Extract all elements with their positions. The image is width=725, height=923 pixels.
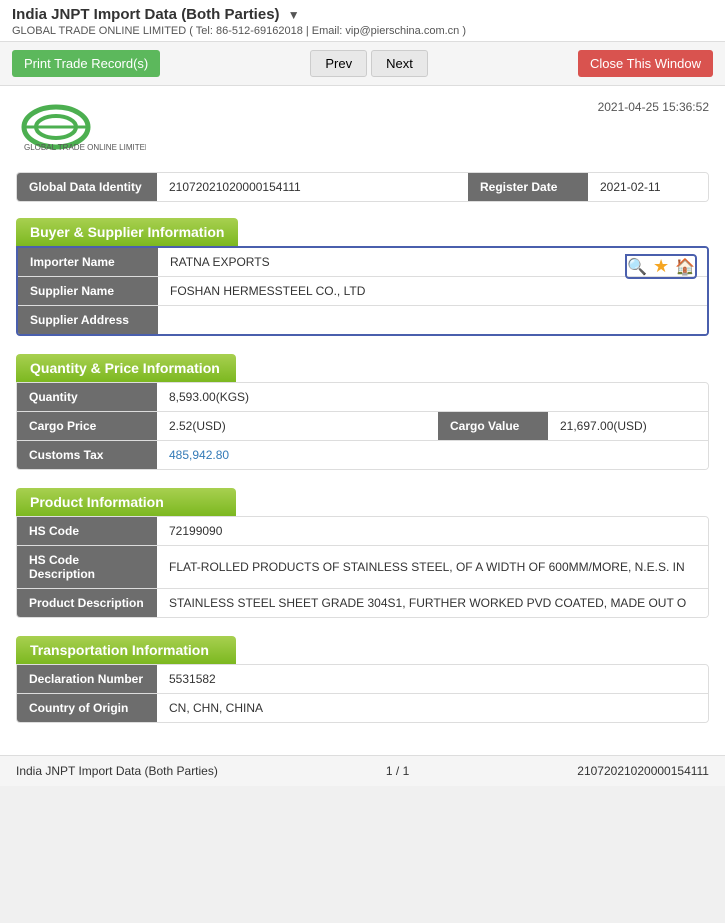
hs-code-desc-label: HS Code Description [17,546,157,588]
cargo-value-label: Cargo Value [438,412,548,440]
toolbar: Print Trade Record(s) Prev Next Close Th… [0,42,725,86]
transportation-body: Declaration Number 5531582 Country of Or… [16,664,709,723]
cargo-price-row: Cargo Price 2.52(USD) Cargo Value 21,697… [17,412,708,441]
supplier-name-label: Supplier Name [18,277,158,305]
close-button[interactable]: Close This Window [578,50,713,77]
buyer-supplier-body: 🔍 ★ 🏠 Importer Name RATNA EXPORTS Suppli… [16,246,709,336]
supplier-address-value [158,306,707,334]
timestamp: 2021-04-25 15:36:52 [598,100,709,114]
next-button[interactable]: Next [371,50,428,77]
footer-pagination: 1 / 1 [386,764,409,778]
customs-tax-value[interactable]: 485,942.80 [157,441,708,469]
product-desc-row: Product Description STAINLESS STEEL SHEE… [17,589,708,617]
product-section: Product Information HS Code 72199090 HS … [16,488,709,618]
global-data-identity-label: Global Data Identity [17,173,157,201]
supplier-address-row: Supplier Address [18,306,707,334]
quantity-price-section-header: Quantity & Price Information [16,354,236,382]
logo-area: GLOBAL TRADE ONLINE LIMITED [16,100,146,158]
page-title: India JNPT Import Data (Both Parties) ▼ [12,6,713,23]
subtitle: GLOBAL TRADE ONLINE LIMITED ( Tel: 86-51… [12,25,713,37]
customs-tax-label: Customs Tax [17,441,157,469]
quantity-label: Quantity [17,383,157,411]
declaration-number-row: Declaration Number 5531582 [17,665,708,694]
buyer-supplier-section-header: Buyer & Supplier Information [16,218,238,246]
icons-area: 🔍 ★ 🏠 [625,254,697,279]
svg-text:GLOBAL TRADE ONLINE LIMITED: GLOBAL TRADE ONLINE LIMITED [24,143,146,152]
quantity-price-section: Quantity & Price Information Quantity 8,… [16,354,709,470]
hs-code-desc-value: FLAT-ROLLED PRODUCTS OF STAINLESS STEEL,… [157,546,708,588]
main-content: GLOBAL TRADE ONLINE LIMITED 2021-04-25 1… [0,86,725,755]
declaration-number-label: Declaration Number [17,665,157,693]
quantity-price-body: Quantity 8,593.00(KGS) Cargo Price 2.52(… [16,382,709,470]
importer-name-row: Importer Name RATNA EXPORTS [18,248,707,277]
register-date-label: Register Date [468,173,588,201]
product-body: HS Code 72199090 HS Code Description FLA… [16,516,709,618]
supplier-address-label: Supplier Address [18,306,158,334]
transportation-section: Transportation Information Declaration N… [16,636,709,723]
home-icon[interactable]: 🏠 [675,257,695,277]
footer-bar: India JNPT Import Data (Both Parties) 1 … [0,755,725,786]
supplier-name-value: FOSHAN HERMESSTEEL CO., LTD [158,277,707,305]
country-of-origin-value: CN, CHN, CHINA [157,694,708,722]
hs-code-desc-row: HS Code Description FLAT-ROLLED PRODUCTS… [17,546,708,589]
record-header: GLOBAL TRADE ONLINE LIMITED 2021-04-25 1… [16,100,709,158]
country-of-origin-row: Country of Origin CN, CHN, CHINA [17,694,708,722]
hs-code-value: 72199090 [157,517,708,545]
cargo-price-label: Cargo Price [17,412,157,440]
product-section-header: Product Information [16,488,236,516]
dropdown-arrow-icon[interactable]: ▼ [288,8,300,22]
customs-tax-row: Customs Tax 485,942.80 [17,441,708,469]
top-bar: India JNPT Import Data (Both Parties) ▼ … [0,0,725,42]
quantity-value: 8,593.00(KGS) [157,383,708,411]
importer-name-label: Importer Name [18,248,158,276]
quantity-row: Quantity 8,593.00(KGS) [17,383,708,412]
country-of-origin-label: Country of Origin [17,694,157,722]
footer-page-info: India JNPT Import Data (Both Parties) [16,764,218,778]
global-data-identity-value: 21072021020000154111 [157,173,468,201]
hs-code-label: HS Code [17,517,157,545]
product-desc-value: STAINLESS STEEL SHEET GRADE 304S1, FURTH… [157,589,708,617]
supplier-name-row: Supplier Name FOSHAN HERMESSTEEL CO., LT… [18,277,707,306]
cargo-price-value: 2.52(USD) [157,412,438,440]
print-button[interactable]: Print Trade Record(s) [12,50,160,77]
prev-button[interactable]: Prev [310,50,367,77]
cargo-value-value: 21,697.00(USD) [548,412,708,440]
product-desc-label: Product Description [17,589,157,617]
declaration-number-value: 5531582 [157,665,708,693]
footer-record-id: 21072021020000154111 [577,764,709,778]
buyer-supplier-section: Buyer & Supplier Information 🔍 ★ 🏠 Impor… [16,218,709,336]
register-date-value: 2021-02-11 [588,173,708,201]
nav-buttons: Prev Next [168,50,570,77]
global-id-row: Global Data Identity 2107202102000015411… [16,172,709,202]
hs-code-row: HS Code 72199090 [17,517,708,546]
transportation-section-header: Transportation Information [16,636,236,664]
search-icon[interactable]: 🔍 [627,257,647,277]
star-icon[interactable]: ★ [653,256,669,277]
